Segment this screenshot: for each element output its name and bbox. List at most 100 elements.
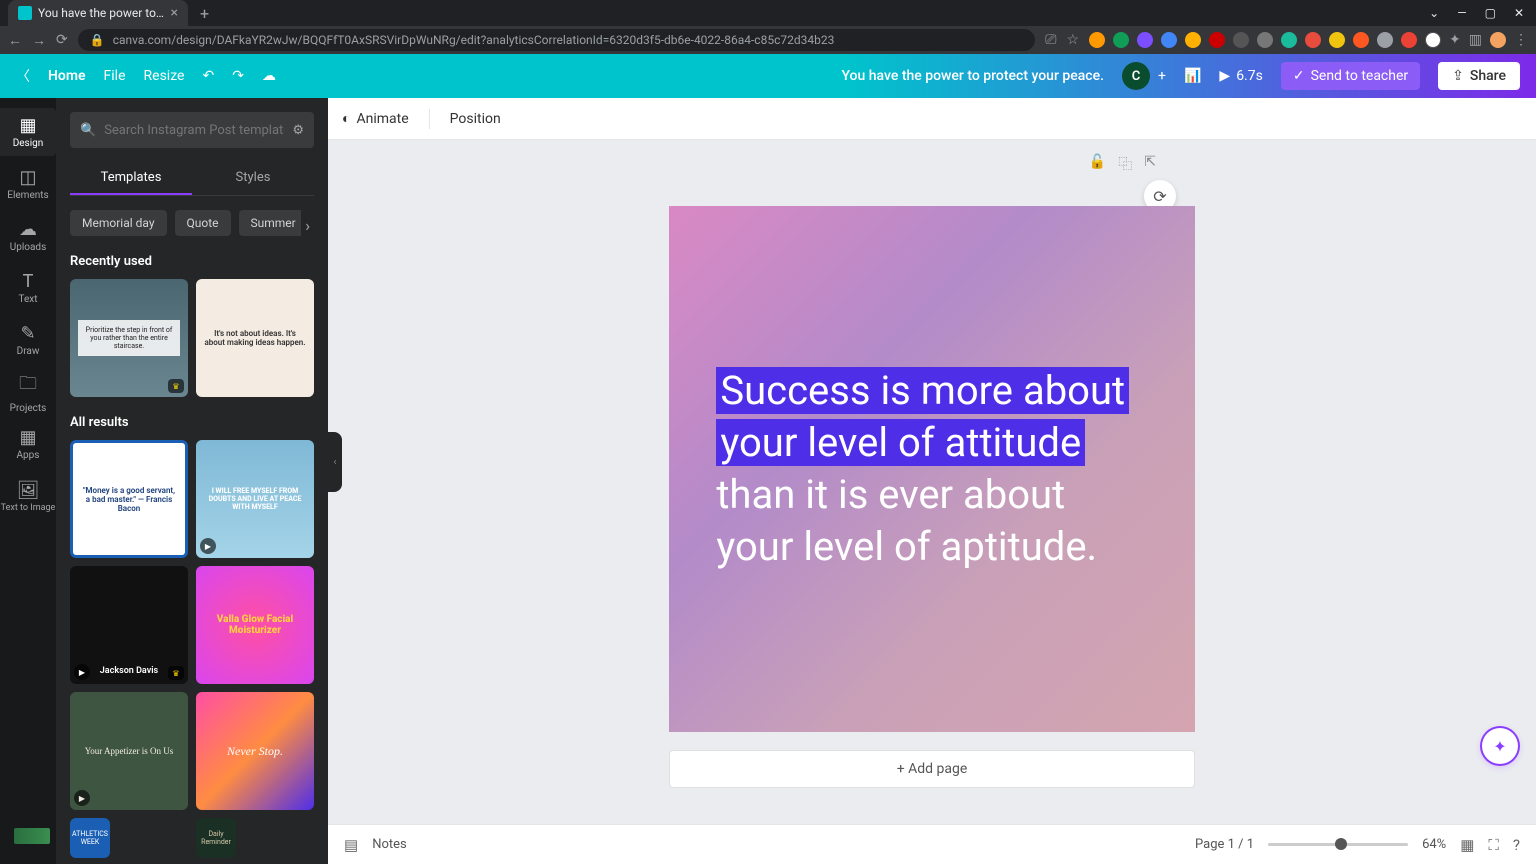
quote-text-block[interactable]: Success is more about your level of atti…	[716, 365, 1147, 573]
page-indicator[interactable]: Page 1 / 1	[1195, 837, 1254, 852]
template-thumb[interactable]: Valla Glow Facial Moisturizer	[196, 566, 314, 684]
template-thumb[interactable]: ATHLETICS WEEK	[70, 818, 110, 858]
extension-icons: ✦ ▥ ⋮	[1089, 32, 1528, 48]
ext-icon[interactable]	[1233, 32, 1249, 48]
redo-icon[interactable]: ↷	[232, 68, 244, 84]
rail-uploads[interactable]: ☁Uploads	[0, 212, 56, 260]
ext-icon[interactable]	[1257, 32, 1273, 48]
home-button[interactable]: Home	[48, 68, 86, 84]
rail-draw[interactable]: ✎Draw	[0, 316, 56, 364]
template-thumb[interactable]: It's not about ideas. It's about making …	[196, 279, 314, 397]
ext-icon[interactable]	[1137, 32, 1153, 48]
design-page[interactable]: Success is more about your level of atti…	[669, 206, 1195, 732]
ext-icon[interactable]	[1401, 32, 1417, 48]
template-thumb[interactable]: "Money is a good servant, a bad master."…	[70, 440, 188, 558]
ext-icon[interactable]	[1305, 32, 1321, 48]
rail-elements[interactable]: ◫Elements	[0, 160, 56, 208]
ext-icon[interactable]	[1353, 32, 1369, 48]
notes-button[interactable]: Notes	[372, 837, 407, 852]
send-to-teacher-button[interactable]: ✓ Send to teacher	[1281, 62, 1420, 90]
share-button[interactable]: ⇪ Share	[1438, 62, 1520, 90]
template-thumb[interactable]: Daily Reminder	[196, 818, 236, 858]
user-avatar[interactable]: C	[1122, 62, 1150, 90]
ext-icon[interactable]	[1161, 32, 1177, 48]
animate-button[interactable]: ◐Animate	[342, 110, 409, 127]
ext-icon[interactable]	[1113, 32, 1129, 48]
browser-tab[interactable]: You have the power to protect yo ×	[8, 0, 188, 26]
url-field[interactable]: 🔒 canva.com/design/DAFkaYR2wJw/BQQFfT0Ax…	[78, 29, 1036, 51]
ext-icon[interactable]	[1185, 32, 1201, 48]
bookmark-star-icon[interactable]: ☆	[1066, 32, 1079, 48]
reload-icon[interactable]: ⟳	[56, 32, 68, 48]
canvas-viewport[interactable]: 🔓 ⿻ ⇱ ⟳ Success is more about your level…	[328, 140, 1536, 824]
highlighted-text: Success is more about your level of atti…	[716, 367, 1129, 466]
draw-icon: ✎	[20, 323, 35, 344]
filter-icon[interactable]: ⚙	[292, 123, 304, 138]
chip[interactable]: Memorial day	[70, 210, 167, 236]
magic-assist-icon[interactable]: ✦	[1482, 728, 1518, 764]
template-thumb[interactable]: I WILL FREE MYSELF FROM DOUBTS AND LIVE …	[196, 440, 314, 558]
search-input[interactable]	[104, 123, 284, 138]
back-icon[interactable]: ←	[8, 32, 22, 49]
template-thumb[interactable]: Your Appetizer is On Us▶	[70, 692, 188, 810]
document-title[interactable]: You have the power to protect your peace…	[841, 68, 1104, 84]
extensions-icon[interactable]: ✦	[1449, 32, 1461, 48]
collapse-panel-icon[interactable]: ‹	[328, 432, 342, 492]
rail-apps[interactable]: ▦Apps	[0, 420, 56, 468]
cloud-sync-icon[interactable]: ☁	[262, 68, 276, 84]
rail-label: Projects	[10, 403, 47, 414]
add-page-button[interactable]: + Add page	[669, 750, 1195, 788]
side-panel-icon[interactable]: ▥	[1469, 32, 1482, 48]
rail-projects[interactable]: 🗀Projects	[0, 368, 56, 416]
install-app-icon[interactable]: ⎚	[1045, 32, 1056, 48]
help-icon[interactable]: ?	[1513, 836, 1520, 854]
tab-styles[interactable]: Styles	[192, 162, 314, 195]
template-search[interactable]: 🔍 ⚙	[70, 112, 314, 148]
position-button[interactable]: Position	[450, 111, 501, 127]
profile-avatar-icon[interactable]	[1490, 32, 1506, 48]
fullscreen-icon[interactable]: ⛶	[1488, 836, 1499, 854]
crown-icon: ♛	[168, 666, 184, 680]
ext-icon[interactable]	[1089, 32, 1105, 48]
duplicate-page-icon[interactable]: ⿻	[1118, 154, 1132, 174]
template-thumb[interactable]: Never Stop.	[196, 692, 314, 810]
chip[interactable]: Summer	[239, 210, 308, 236]
rail-text[interactable]: TText	[0, 264, 56, 312]
forward-icon[interactable]: →	[32, 32, 46, 49]
lock-page-icon[interactable]: 🔓	[1089, 154, 1106, 174]
new-tab-button[interactable]: +	[200, 4, 209, 23]
ext-icon[interactable]	[1209, 32, 1225, 48]
add-collaborator-icon[interactable]: +	[1158, 68, 1166, 84]
analytics-icon[interactable]: 📊	[1184, 68, 1201, 84]
resize-menu[interactable]: Resize	[144, 68, 185, 84]
close-tab-icon[interactable]: ×	[171, 5, 178, 21]
zoom-slider[interactable]	[1268, 843, 1408, 846]
expand-page-icon[interactable]: ⇱	[1144, 154, 1156, 174]
template-thumb[interactable]: Jackson Davis▶♛	[70, 566, 188, 684]
tab-templates[interactable]: Templates	[70, 162, 192, 195]
window-minimize-icon[interactable]: —	[1457, 6, 1466, 20]
uploads-icon: ☁	[19, 219, 37, 240]
menu-dots-icon[interactable]: ⋮	[1514, 32, 1528, 48]
play-icon: ▶	[74, 790, 90, 806]
window-maximize-icon[interactable]: ▢	[1485, 6, 1496, 20]
chip[interactable]: Quote	[175, 210, 231, 236]
file-menu[interactable]: File	[104, 68, 126, 84]
ext-icon[interactable]	[1281, 32, 1297, 48]
grid-view-icon[interactable]: ▦	[1460, 836, 1474, 854]
template-thumb[interactable]: Prioritize the step in front of you rath…	[70, 279, 188, 397]
zoom-thumb[interactable]	[1335, 838, 1347, 850]
ext-icon[interactable]	[1377, 32, 1393, 48]
notes-icon[interactable]: ▤	[344, 836, 358, 854]
zoom-level[interactable]: 64%	[1422, 837, 1446, 852]
play-button[interactable]: ▶ 6.7s	[1219, 68, 1262, 84]
rail-design[interactable]: ▦Design	[0, 108, 56, 156]
ext-icon[interactable]	[1425, 32, 1441, 48]
chevron-right-icon[interactable]: ›	[301, 210, 314, 236]
ext-icon[interactable]	[1329, 32, 1345, 48]
window-close-icon[interactable]: ✕	[1514, 6, 1524, 20]
rail-text-to-image[interactable]: 🖼Text to Image	[0, 472, 56, 520]
back-home-icon[interactable]: 〈	[16, 66, 30, 86]
undo-icon[interactable]: ↶	[202, 68, 214, 84]
window-dropdown-icon[interactable]: ⌄	[1429, 6, 1439, 20]
